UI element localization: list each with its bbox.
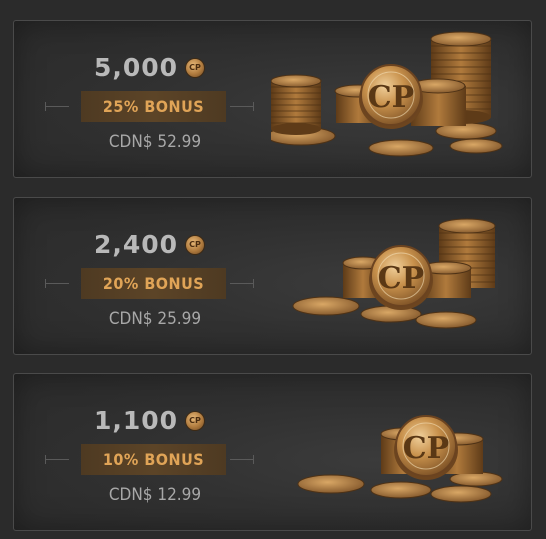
offer-card-1100[interactable]: 1,100 CP 10% BONUS CDN$ 12.99 CP [13,373,532,531]
bonus-row: 10% BONUS [14,444,284,475]
bonus-row: 20% BONUS [14,268,284,299]
cp-coin-icon: CP [186,235,205,254]
cp-coin-icon: CP [186,58,205,77]
cp-coin-face-text: CP [378,261,424,296]
bonus-badge: 25% BONUS [81,91,226,122]
bonus-divider-left [45,455,69,464]
offer-card-5000[interactable]: 5,000 CP 25% BONUS CDN$ 52.99 CP [13,20,532,178]
bonus-row: 25% BONUS [14,91,284,122]
cp-coin-icon: CP [186,411,205,430]
bonus-badge: 20% BONUS [81,268,226,299]
bonus-divider-right [230,102,254,111]
amount-row: 5,000 CP [14,53,284,82]
cp-amount: 5,000 [93,53,179,82]
cp-amount: 1,100 [93,406,179,435]
offer-card-2400[interactable]: 2,400 CP 20% BONUS CDN$ 25.99 CP [13,197,532,355]
bonus-divider-left [45,102,69,111]
price-label: CDN$ 12.99 [108,485,202,505]
cp-coin-face-text: CP [403,431,449,466]
cp-coin-pile-image: CP [297,415,503,503]
cp-store-page: 5,000 CP 25% BONUS CDN$ 52.99 CP 2,400 C… [0,0,546,539]
bonus-badge: 10% BONUS [81,444,226,475]
cp-coin-pile-image: CP [292,218,496,329]
cp-coin-icon-label: CP [189,63,201,72]
cp-coin-pile-image: CP [271,31,503,157]
cp-coin-icon-label: CP [189,240,201,249]
bonus-divider-left [45,279,69,288]
cp-coin-face-text: CP [368,80,414,115]
amount-row: 2,400 CP [14,230,284,259]
price-label: CDN$ 25.99 [108,309,202,329]
cp-coin-icon-label: CP [189,416,201,425]
price-label: CDN$ 52.99 [108,132,202,152]
amount-row: 1,100 CP [14,406,284,435]
cp-amount: 2,400 [93,230,179,259]
bonus-divider-right [230,455,254,464]
bonus-divider-right [230,279,254,288]
